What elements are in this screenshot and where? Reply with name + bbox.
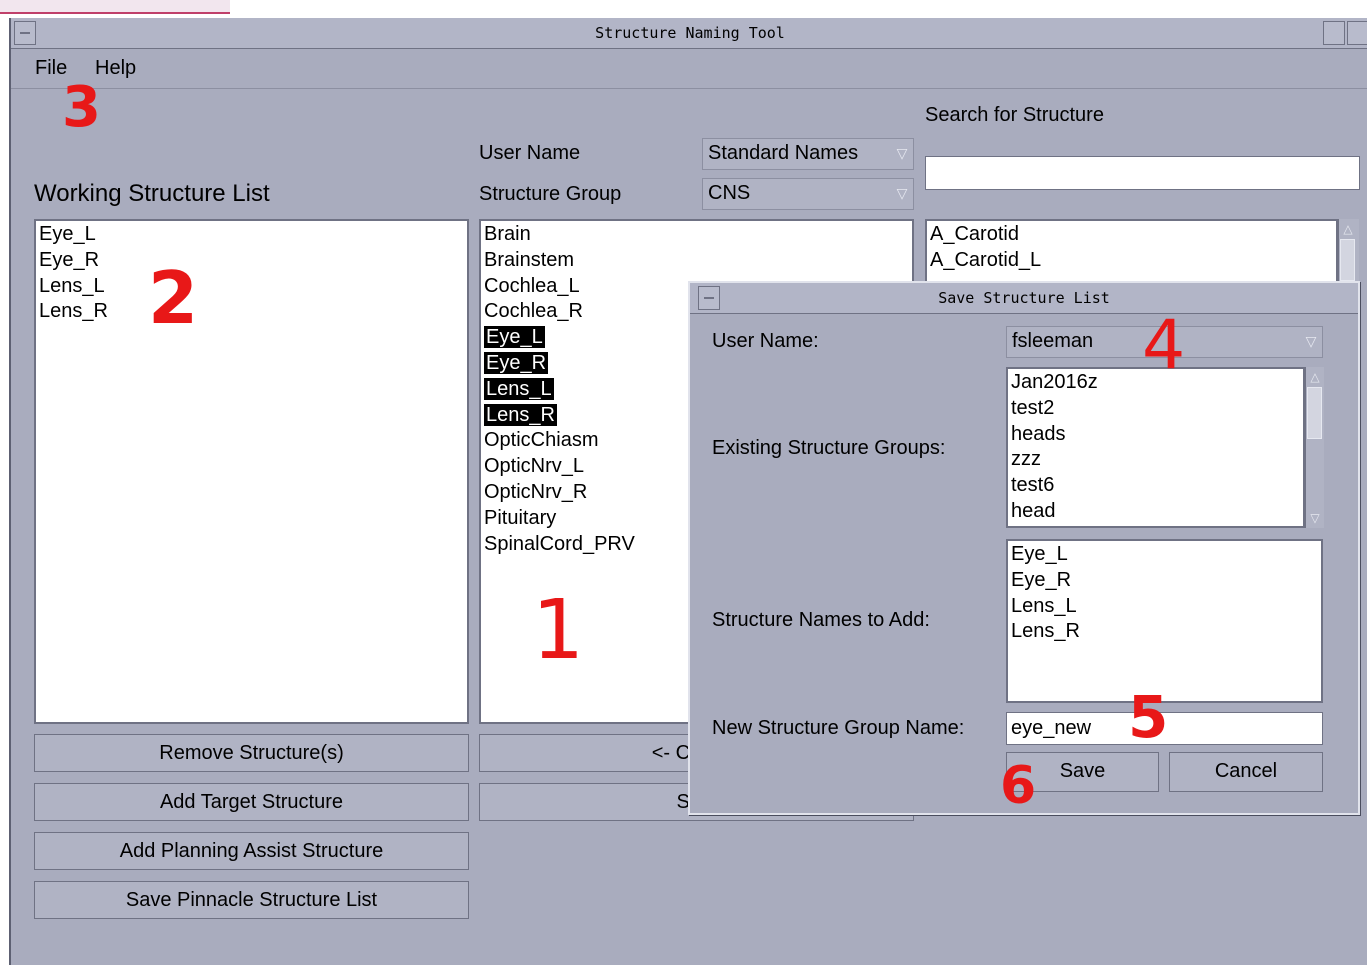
cancel-button[interactable]: Cancel <box>1169 752 1323 792</box>
dialog-user-name-label: User Name: <box>712 330 819 352</box>
add-target-structure-button[interactable]: Add Target Structure <box>34 783 469 821</box>
add-planning-assist-structure-button[interactable]: Add Planning Assist Structure <box>34 832 469 870</box>
search-input[interactable] <box>925 156 1360 190</box>
annotation-4: 4 <box>1142 306 1186 385</box>
save-structure-list-dialog: Save Structure List User Name: fsleeman … <box>688 281 1360 815</box>
user-name-dropdown[interactable]: Standard Names ▽ <box>702 138 914 170</box>
menu-bar <box>11 48 1367 89</box>
list-item[interactable]: Eye_R <box>1008 567 1321 593</box>
dialog-user-name-value: fsleeman <box>1012 330 1094 352</box>
search-label: Search for Structure <box>925 104 1104 126</box>
scroll-down-icon[interactable]: ▽ <box>1307 510 1323 526</box>
list-item-label: Brainstem <box>484 248 575 271</box>
list-item-label: Cochlea_L <box>484 274 580 297</box>
list-item-label: OpticNrv_L <box>484 455 585 478</box>
list-item-label: Eye_L <box>484 326 545 349</box>
structure-group-label: Structure Group <box>479 183 622 205</box>
annotation-5: 5 <box>1128 683 1169 751</box>
user-name-label: User Name <box>479 142 581 164</box>
structure-names-to-add-list[interactable]: Eye_L Eye_R Lens_L Lens_R <box>1006 539 1323 703</box>
working-structure-list[interactable]: Eye_L Eye_R Lens_L Lens_R <box>34 219 469 724</box>
structure-names-to-add-label: Structure Names to Add: <box>712 609 930 631</box>
list-item-label: Brain <box>484 223 531 245</box>
list-item[interactable]: heads <box>1008 421 1303 447</box>
dropdown-arrow-icon: ▽ <box>1305 333 1317 349</box>
structure-group-dropdown[interactable]: CNS ▽ <box>702 178 914 210</box>
annotation-2: 2 <box>148 256 199 340</box>
minimize-button[interactable] <box>1323 21 1345 45</box>
structure-group-value: CNS <box>708 182 751 204</box>
list-item[interactable]: Eye_R <box>36 247 467 273</box>
annotation-3: 3 <box>62 75 101 140</box>
list-item[interactable]: Lens_R <box>1008 618 1321 644</box>
scroll-thumb[interactable] <box>1307 387 1322 439</box>
maximize-button[interactable] <box>1347 21 1367 45</box>
list-item[interactable]: Brain <box>481 221 912 247</box>
dialog-title: Save Structure List <box>938 289 1110 307</box>
desktop-taskbar-fragment <box>0 0 230 14</box>
working-structure-list-heading: Working Structure List <box>34 180 270 207</box>
annotation-1: 1 <box>532 583 585 678</box>
list-item[interactable]: Lens_R <box>36 298 467 324</box>
list-item[interactable]: A_Carotid <box>927 221 1336 247</box>
scroll-up-icon[interactable]: △ <box>1340 221 1356 237</box>
list-item[interactable]: Brainstem <box>481 247 912 273</box>
remove-structures-button[interactable]: Remove Structure(s) <box>34 734 469 772</box>
scroll-thumb[interactable] <box>1340 239 1355 281</box>
list-item-label: Eye_R <box>484 351 549 374</box>
list-item[interactable]: zzz <box>1008 446 1303 472</box>
list-item[interactable]: A_Carotid_L <box>927 247 1336 273</box>
annotation-6: 6 <box>1000 756 1037 816</box>
list-item-label: OpticNrv_R <box>484 480 588 503</box>
list-item-label: Cochlea_R <box>484 300 583 323</box>
list-item[interactable]: Lens_L <box>1008 593 1321 619</box>
title-bar: Structure Naming Tool <box>11 18 1367 49</box>
dropdown-arrow-icon: ▽ <box>896 185 908 201</box>
list-item[interactable]: Eye_L <box>1008 541 1321 567</box>
scroll-up-icon[interactable]: △ <box>1307 369 1323 385</box>
existing-groups-scrollbar[interactable]: △ ▽ <box>1305 367 1324 528</box>
dropdown-arrow-icon: ▽ <box>896 145 908 161</box>
existing-structure-groups-list[interactable]: Jan2016z test2 heads zzz test6 head <box>1006 367 1305 528</box>
list-item-label: OpticChiasm <box>484 429 599 452</box>
save-pinnacle-structure-list-button[interactable]: Save Pinnacle Structure List <box>34 881 469 919</box>
list-item-label: Lens_R <box>484 403 557 426</box>
window-title: Structure Naming Tool <box>595 24 785 42</box>
new-structure-group-name-label: New Structure Group Name: <box>712 717 965 739</box>
user-name-value: Standard Names <box>708 142 859 164</box>
list-item-label: Lens_L <box>484 377 554 400</box>
list-item[interactable]: Eye_L <box>36 221 467 247</box>
list-item[interactable]: Lens_L <box>36 273 467 299</box>
list-item[interactable]: head <box>1008 498 1303 524</box>
list-item[interactable]: test2 <box>1008 395 1303 421</box>
list-item-label: SpinalCord_PRV <box>484 532 635 555</box>
list-item-label: Pituitary <box>484 506 557 529</box>
menu-help[interactable]: Help <box>95 57 136 80</box>
existing-structure-groups-label: Existing Structure Groups: <box>712 437 946 459</box>
list-item[interactable]: test6 <box>1008 472 1303 498</box>
dialog-title-bar: Save Structure List <box>690 283 1358 314</box>
